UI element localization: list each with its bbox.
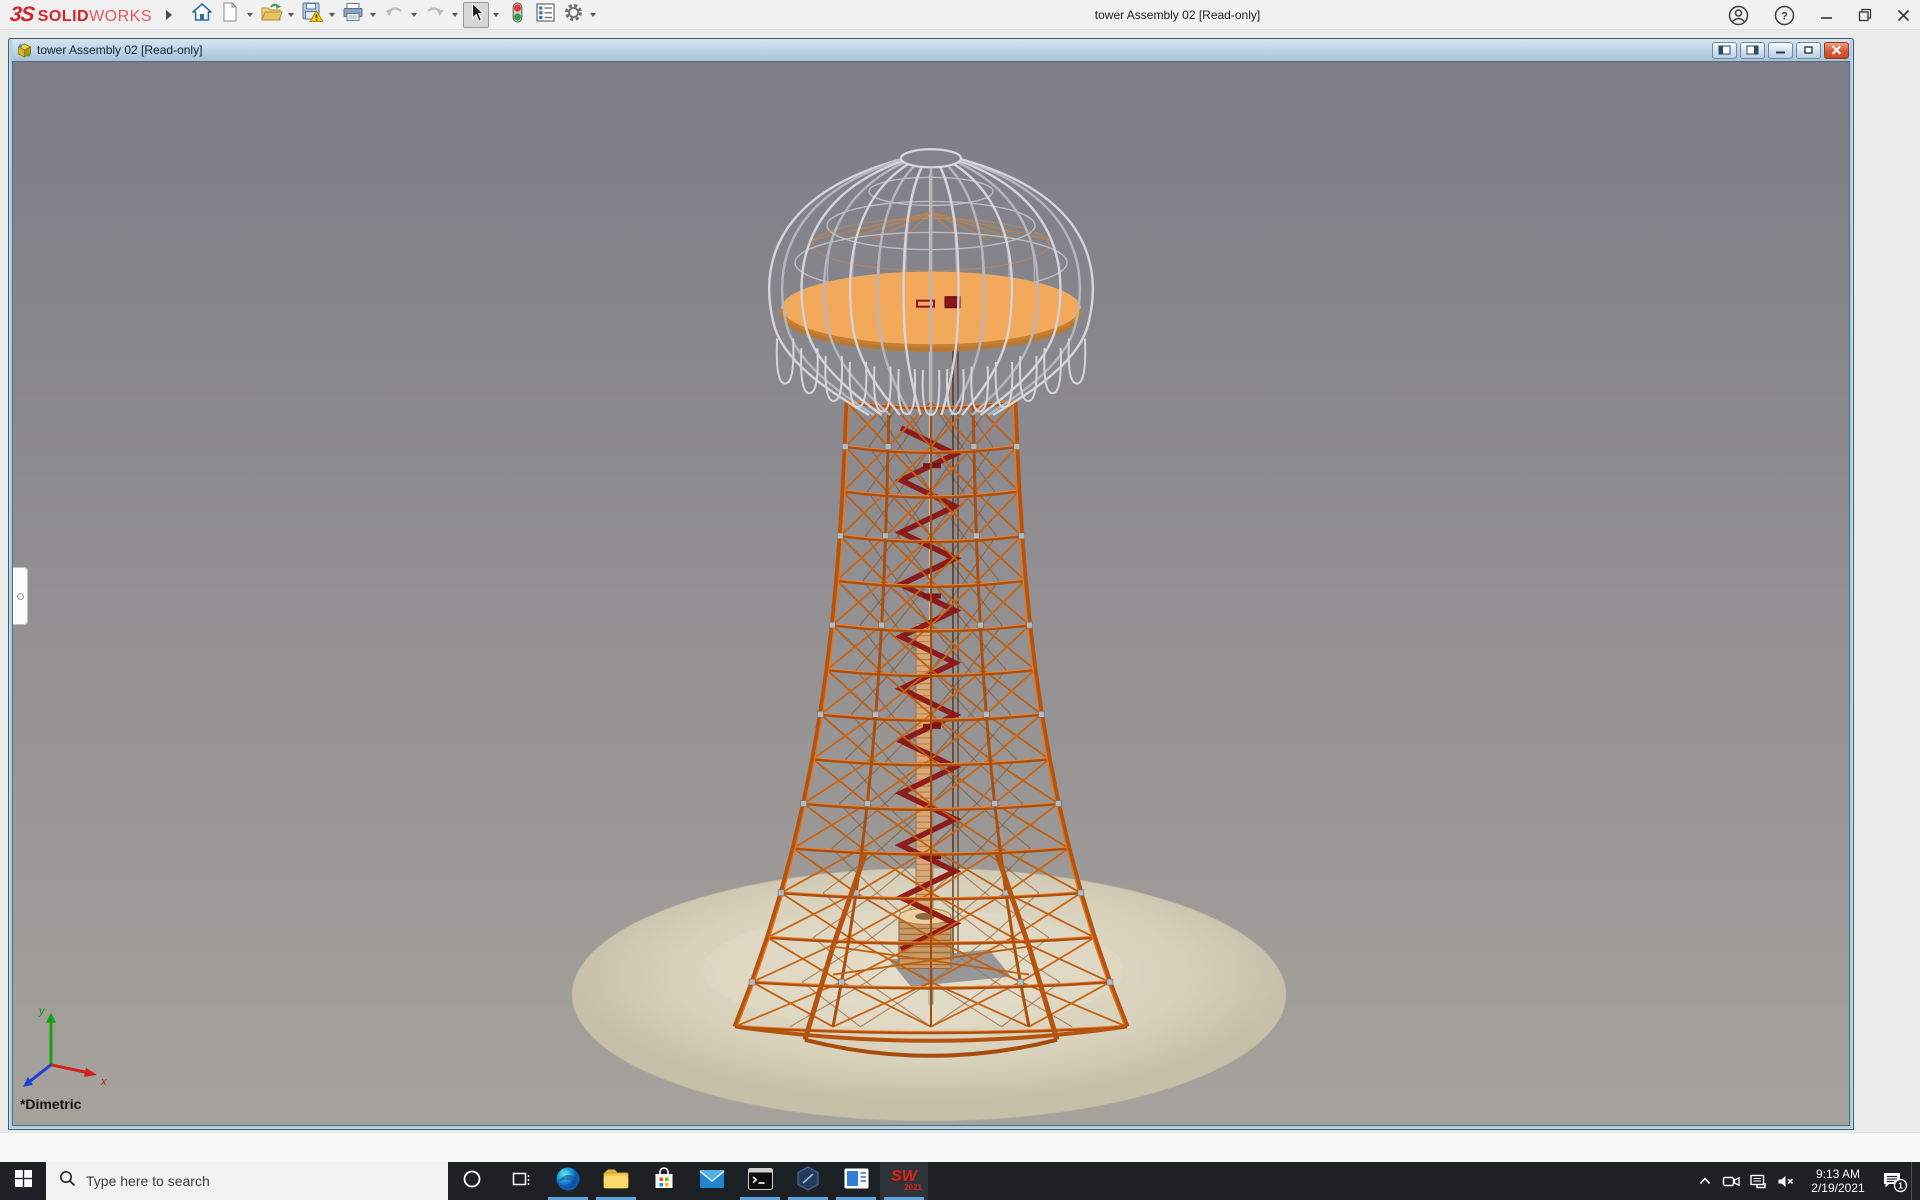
featuremanager-flyout-tab[interactable] xyxy=(13,567,28,625)
open-dropdown[interactable] xyxy=(288,13,294,17)
file-properties-icon xyxy=(536,3,555,27)
redo-button[interactable] xyxy=(422,2,448,28)
search-input[interactable] xyxy=(86,1173,448,1189)
minimize-button[interactable] xyxy=(1820,9,1833,22)
redo-icon xyxy=(425,4,445,25)
document-titlebar[interactable]: tower Assembly 02 [Read-only] xyxy=(12,39,1850,61)
document-window: tower Assembly 02 [Read-only] xyxy=(8,38,1854,1130)
home-icon xyxy=(191,2,213,27)
file-explorer-icon xyxy=(602,1167,630,1196)
app-titlebar: 3S SOLID WORKS xyxy=(0,0,1920,30)
options-button[interactable] xyxy=(560,2,586,28)
rebuild-traffic-light-icon xyxy=(511,2,524,28)
window-title: tower Assembly 02 [Read-only] xyxy=(630,8,1725,22)
orientation-label: *Dimetric xyxy=(20,1096,82,1112)
taskbar-app-file-explorer[interactable] xyxy=(592,1162,640,1200)
notification-badge: 1 xyxy=(1898,1181,1903,1191)
open-folder-icon xyxy=(260,3,283,27)
taskbar-search[interactable] xyxy=(46,1162,448,1200)
undo-icon xyxy=(384,4,404,25)
graphics-area[interactable]: y x *Dimetric xyxy=(12,61,1850,1126)
mdi-area: tower Assembly 02 [Read-only] xyxy=(0,30,1920,1162)
home-button[interactable] xyxy=(189,2,215,28)
taskbar-clock[interactable]: 9:13 AM 2/19/2021 xyxy=(1807,1167,1869,1195)
tower-model-render: y x *Dimetric xyxy=(13,62,1849,1125)
select-button[interactable] xyxy=(463,2,489,28)
hidden-icons-chevron[interactable] xyxy=(1691,1162,1718,1200)
triad-y-label: y xyxy=(38,1006,46,1018)
user-account-button[interactable] xyxy=(1728,5,1749,26)
solidworks-2021-icon: SW xyxy=(891,1170,917,1184)
gear-icon xyxy=(563,2,584,28)
assembly-icon xyxy=(17,43,32,58)
meet-now-icon[interactable] xyxy=(1718,1162,1745,1200)
doc-restore-button[interactable] xyxy=(1796,42,1821,59)
taskbar-app-hexagon[interactable] xyxy=(784,1162,832,1200)
taskbar-app-microsoft-store[interactable] xyxy=(640,1162,688,1200)
options-dropdown[interactable] xyxy=(590,13,596,17)
toolbar-expand-arrow[interactable] xyxy=(166,10,172,20)
svg-text:?: ? xyxy=(1781,10,1788,22)
edge-icon xyxy=(554,1165,582,1198)
solidworks-logo-mark: 3S xyxy=(9,3,35,27)
task-view-icon xyxy=(510,1170,531,1193)
system-tray: 9:13 AM 2/19/2021 1 xyxy=(1691,1162,1920,1200)
command-prompt-icon xyxy=(747,1167,774,1196)
triad-x-label: x xyxy=(100,1076,107,1088)
taskbar-app-command-prompt[interactable] xyxy=(736,1162,784,1200)
document-title: tower Assembly 02 [Read-only] xyxy=(37,43,202,57)
print-icon xyxy=(342,2,364,27)
new-document-dropdown[interactable] xyxy=(247,13,253,17)
help-button[interactable]: ? xyxy=(1774,5,1795,26)
taskbar-app-edge[interactable] xyxy=(544,1162,592,1200)
show-desktop-button[interactable] xyxy=(1911,1162,1916,1200)
undo-button[interactable] xyxy=(381,2,407,28)
search-icon xyxy=(59,1170,76,1192)
select-cursor-icon xyxy=(468,2,484,27)
file-properties-button[interactable] xyxy=(532,2,558,28)
volume-muted-icon[interactable] xyxy=(1772,1162,1799,1200)
windows-taskbar: SW 2021 9:13 AM 2/19/2021 1 xyxy=(0,1162,1920,1200)
clock-time: 9:13 AM xyxy=(1807,1167,1869,1181)
clock-date: 2/19/2021 xyxy=(1807,1181,1869,1195)
microsoft-store-icon xyxy=(651,1166,677,1197)
new-document-button[interactable] xyxy=(217,2,243,28)
taskbar-app-mail[interactable] xyxy=(688,1162,736,1200)
network-icon[interactable] xyxy=(1745,1162,1772,1200)
status-bar xyxy=(0,1132,1920,1162)
save-button[interactable] xyxy=(299,2,325,28)
mail-icon xyxy=(698,1168,726,1195)
window-app-icon xyxy=(843,1167,870,1195)
cortana-button[interactable] xyxy=(448,1162,496,1200)
select-dropdown[interactable] xyxy=(493,13,499,17)
print-button[interactable] xyxy=(340,2,366,28)
solidworks-logo: 3S SOLID WORKS xyxy=(10,3,152,27)
doc-minimize-button[interactable] xyxy=(1768,42,1793,59)
rebuild-button[interactable] xyxy=(504,2,530,28)
taskbar-app-solidworks-2021[interactable]: SW 2021 xyxy=(880,1162,928,1200)
action-center-button[interactable]: 1 xyxy=(1877,1162,1911,1200)
redo-dropdown[interactable] xyxy=(452,13,458,17)
taskbar-app-window[interactable] xyxy=(832,1162,880,1200)
doc-tile-left-button[interactable] xyxy=(1712,42,1737,59)
new-document-icon xyxy=(222,2,238,27)
close-button[interactable] xyxy=(1897,9,1910,22)
open-button[interactable] xyxy=(258,2,284,28)
cortana-icon xyxy=(462,1169,482,1194)
hexagon-app-icon xyxy=(795,1165,821,1197)
task-view-button[interactable] xyxy=(496,1162,544,1200)
flyout-handle-icon xyxy=(17,593,24,600)
doc-close-button[interactable] xyxy=(1824,42,1849,59)
undo-dropdown[interactable] xyxy=(411,13,417,17)
restore-button[interactable] xyxy=(1858,8,1872,22)
print-dropdown[interactable] xyxy=(370,13,376,17)
start-button[interactable] xyxy=(0,1162,46,1200)
save-icon xyxy=(302,2,323,27)
save-dropdown[interactable] xyxy=(329,13,335,17)
doc-tile-right-button[interactable] xyxy=(1740,42,1765,59)
windows-logo-icon xyxy=(15,1170,32,1192)
